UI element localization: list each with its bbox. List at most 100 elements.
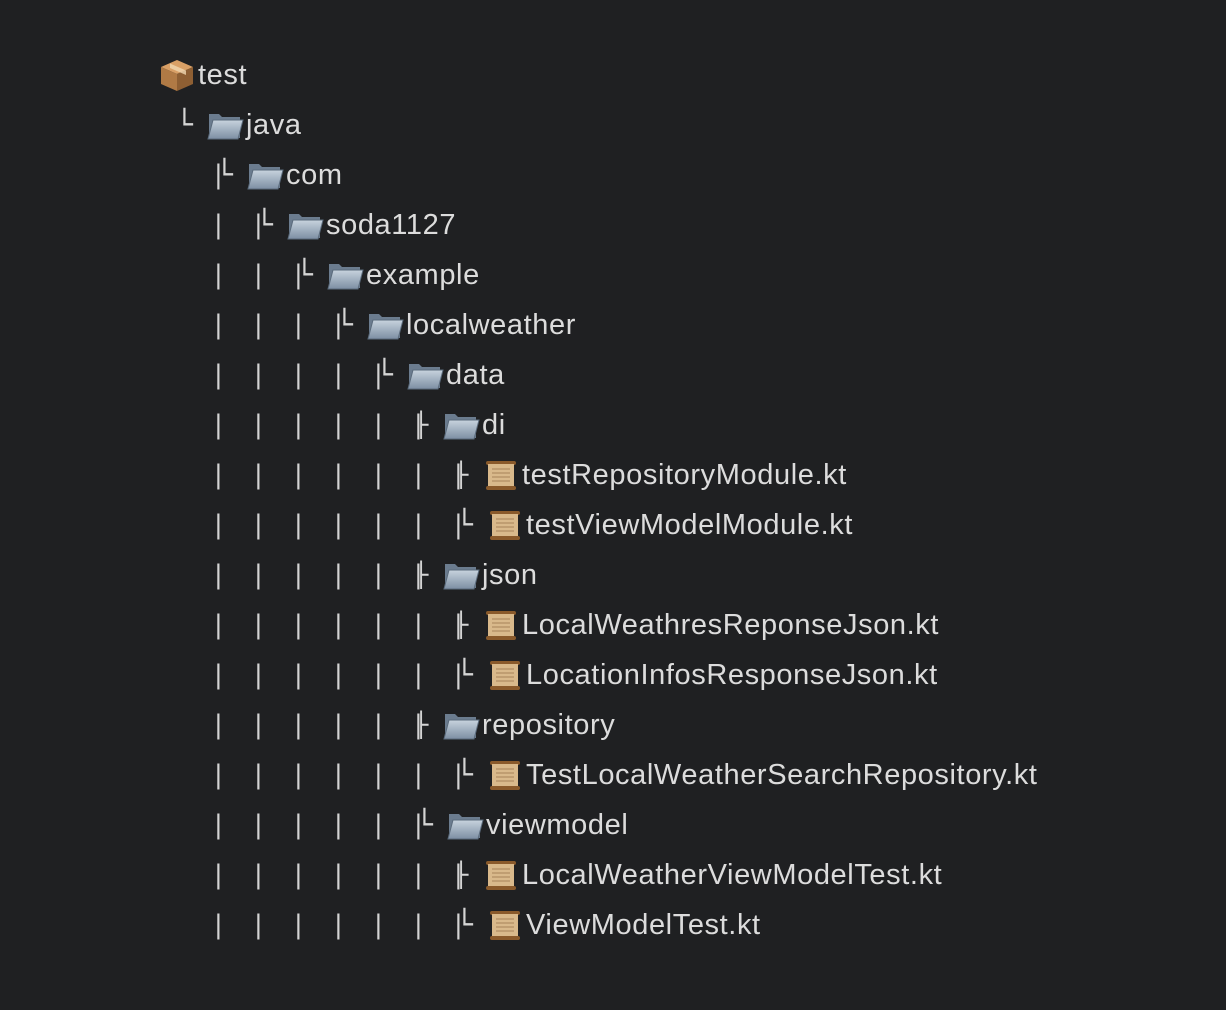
tree-branch-elbow: └ [416,808,433,841]
tree-guide-line: | [334,510,343,540]
tree-guide-line: | [214,610,223,640]
file-name: LocalWeatherViewModelTest.kt [522,859,943,891]
folder-name: soda1127 [326,209,457,241]
folder-name: json [482,559,538,591]
tree-guide-line: | [214,660,223,690]
tree-guide-line: | [374,510,383,540]
tree-guide-line: | [254,360,263,390]
tree-guide-line: | [254,910,263,940]
tree-guide-line: | [294,460,303,490]
tree-guide-line: | [294,410,303,440]
folder-icon [442,708,480,742]
tree-guide-line: | [214,810,223,840]
tree-guide-line: | [254,760,263,790]
tree-branch-tee: ├ [454,861,469,889]
tree-row-folder[interactable]: | | | └ example [0,250,1226,300]
tree-guide-line: | [214,560,223,590]
tree-guide-line: | [294,860,303,890]
tree-guide-line: | [254,310,263,340]
tree-row-file[interactable]: | | | | | | | └ ViewModelTest.kt [0,900,1226,950]
tree-guide-line: | [334,610,343,640]
tree-guide-line: | [254,710,263,740]
tree-guide-line: | [254,810,263,840]
folder-name: example [366,259,480,291]
tree-guide-line: | [294,310,303,340]
folder-icon [206,108,244,142]
tree-row-folder[interactable]: └ java [0,100,1226,150]
tree-guide-line: | [294,660,303,690]
folder-icon [286,208,324,242]
tree-guide-line: | [294,760,303,790]
tree-branch-elbow: └ [456,508,473,541]
tree-guide-line: | [334,760,343,790]
folder-name: repository [482,709,616,741]
tree-row-folder[interactable]: | └ com [0,150,1226,200]
tree-guide-line: | [334,810,343,840]
tree-guide-line: | [214,460,223,490]
tree-row-folder[interactable]: | | └ soda1127 [0,200,1226,250]
tree-guide-line: | [214,210,223,240]
tree-row-folder[interactable]: | | | | └ localweather [0,300,1226,350]
tree-branch-elbow: └ [296,258,313,291]
tree-guide-line: | [414,610,423,640]
tree-guide-line: | [294,710,303,740]
tree-row-folder[interactable]: | | | | | | ├ json [0,550,1226,600]
tree-guide-line: | [294,510,303,540]
tree-row-folder[interactable]: | | | | | └ data [0,350,1226,400]
tree-row-folder[interactable]: | | | | | | └ viewmodel [0,800,1226,850]
tree-guide-line: | [334,910,343,940]
tree-guide-line: | [214,510,223,540]
tree-row-folder[interactable]: test [0,50,1226,100]
tree-guide-line: | [254,560,263,590]
folder-name: test [198,59,248,91]
tree-branch-tee: ├ [454,611,469,639]
tree-row-file[interactable]: | | | | | | | └ testViewModelModule.kt [0,500,1226,550]
folder-icon [442,558,480,592]
tree-guide-line: | [254,260,263,290]
tree-guide-line: | [254,610,263,640]
folder-icon [442,408,480,442]
tree-guide-line: | [374,560,383,590]
scroll-icon [486,658,524,692]
tree-guide-line: | [294,360,303,390]
file-name: testRepositoryModule.kt [522,459,847,491]
tree-guide-line: | [334,660,343,690]
folder-name: viewmodel [486,809,629,841]
scroll-icon [486,908,524,942]
file-name: testViewModelModule.kt [526,509,853,541]
tree-guide-line: | [254,510,263,540]
tree-branch-elbow: └ [456,758,473,791]
tree-guide-line: | [374,710,383,740]
tree-row-file[interactable]: | | | | | | | └ LocationInfosResponseJson.kt [0,650,1226,700]
tree-guide-line: | [214,410,223,440]
tree-row-file[interactable]: | | | | | | | └ TestLocalWeatherSearchRepository… [0,750,1226,800]
folder-icon [246,158,284,192]
tree-guide-line: | [334,710,343,740]
tree-guide-line: | [214,760,223,790]
tree-row-folder[interactable]: | | | | | | ├ di [0,400,1226,450]
tree-row-file[interactable]: | | | | | | | ├ testRepositoryModule.kt [0,450,1226,500]
scroll-icon [482,458,520,492]
folder-name: di [482,409,506,441]
scroll-icon [482,608,520,642]
file-name: ViewModelTest.kt [526,909,761,941]
package-icon [158,58,196,92]
tree-guide-line: | [374,910,383,940]
tree-guide-line: | [414,460,423,490]
folder-name: localweather [406,309,577,341]
tree-guide-line: | [214,310,223,340]
tree-guide-line: | [334,460,343,490]
tree-guide-line: | [374,610,383,640]
tree-row-folder[interactable]: | | | | | | ├ repository [0,700,1226,750]
tree-guide-line: | [374,410,383,440]
tree-row-file[interactable]: | | | | | | | ├ LocalWeatherViewModelTest.kt [0,850,1226,900]
tree-guide-line: | [214,860,223,890]
tree-guide-line: | [374,460,383,490]
file-name: LocationInfosResponseJson.kt [526,659,938,691]
tree-row-file[interactable]: | | | | | | | ├ LocalWeathresReponseJson.kt [0,600,1226,650]
tree-branch-tee: ├ [454,461,469,489]
tree-guide-line: | [254,860,263,890]
folder-icon [326,258,364,292]
file-name: LocalWeathresReponseJson.kt [522,609,940,641]
tree-guide-line: | [334,360,343,390]
